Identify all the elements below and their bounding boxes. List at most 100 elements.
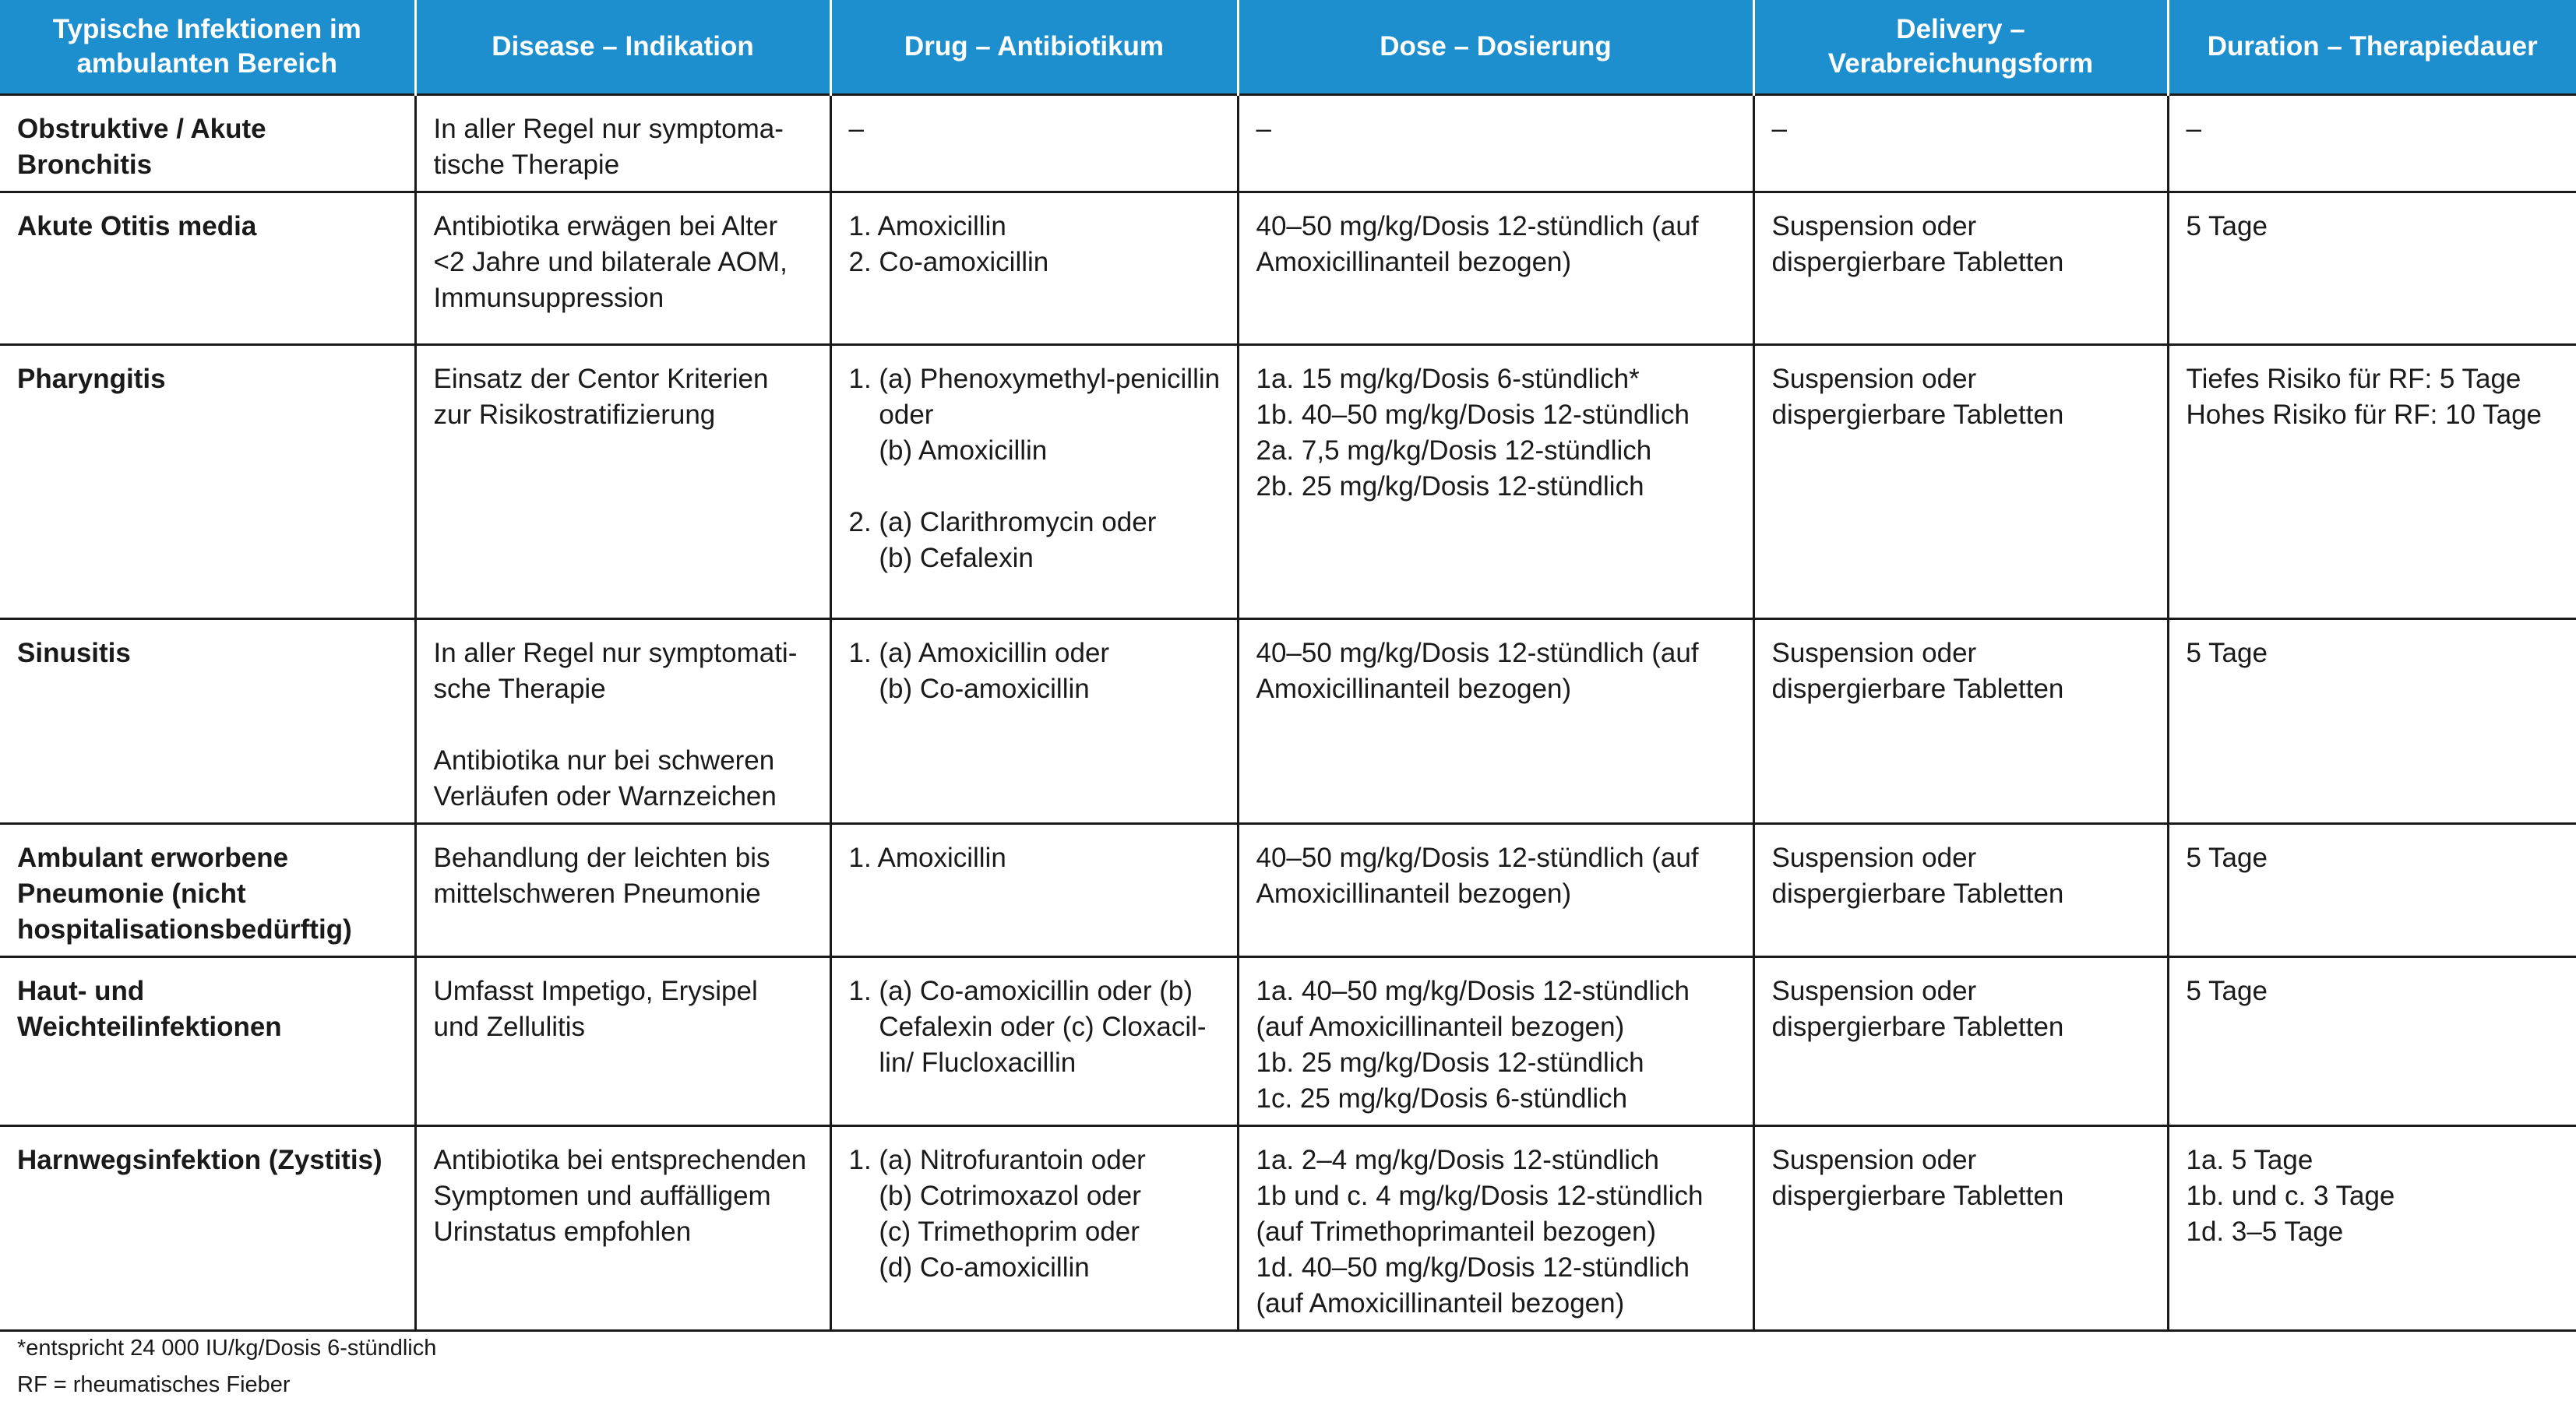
cell-text-line [434,707,812,743]
cell-text-line: lin/ Flucloxacillin [848,1047,1077,1078]
table-header: Typische Infektionen im ambulanten Bereic… [0,0,2576,95]
cell-text-line: 40–50 mg/kg/Dosis 12-stündlich (auf [1256,843,1699,873]
cell-infection: Pharyngitis [0,343,417,620]
cell-text-line: 2. Co-amoxicillin [848,247,1049,277]
cell-text-line: Obstruktive / Akute [17,114,266,144]
cell-duration: 5 Tage [2166,822,2576,958]
cell-text-line: 5 Tage [2186,638,2268,668]
cell-delivery: Suspension oder dispergierbare Tabletten [1752,956,2169,1127]
cell-text-line: Immunsuppression [433,283,664,313]
cell-text-line: 2. (a) Clarithromycin oder [848,507,1157,537]
cell-text-line: (c) Trimethoprim oder [848,1217,1140,1247]
cell-dosage: – [1236,93,1755,193]
table-row: Haut- und Weichteilinfektionen Umfasst Imp… [0,956,2576,1127]
header-text-line: Typische Infektionen im [52,14,361,44]
cell-text-line: dispergierbare Tabletten [1771,400,2064,430]
cell-text-line: mittelschweren Pneumonie [433,878,761,909]
cell-text-line: 1d. 3–5 Tage [2186,1217,2344,1247]
table-body: Obstruktive / Akute Bronchitis In aller Re… [0,93,2576,1332]
cell-dosage: 40–50 mg/kg/Dosis 12-stündlich (auf Amoxi… [1236,191,1755,346]
cell-text-line: Antibiotika bei entsprechenden [433,1145,807,1175]
header-text-line: ambulanten Bereich [76,48,338,79]
cell-delivery: Suspension oder dispergierbare Tabletten [1752,618,2169,825]
cell-text-line: Cefalexin oder (c) Cloxacil- [848,1012,1207,1042]
cell-duration: 5 Tage [2166,191,2576,346]
header-text-line: Disease – Indikation [492,31,754,62]
table-row: Akute Otitis media Antibiotika erwägen be… [0,191,2576,346]
cell-text-line: Pneumonie (nicht [17,878,246,909]
cell-text-line: 1b und c. 4 mg/kg/Dosis 12-stündlich [1256,1181,1704,1211]
cell-text-line: 1d. 40–50 mg/kg/Dosis 12-stündlich [1256,1252,1690,1283]
cell-text-line: Sinusitis [17,638,131,668]
cell-text-line: dispergierbare Tabletten [1771,1012,2064,1042]
cell-text-line: dispergierbare Tabletten [1771,878,2064,909]
cell-text-line: 1b. 25 mg/kg/Dosis 12-stündlich [1256,1047,1644,1078]
cell-text-line: dispergierbare Tabletten [1771,1181,2064,1211]
antibiotics-table: Typische Infektionen im ambulanten Bereic… [0,0,2576,1332]
cell-text-line: 5 Tage [2186,211,2268,241]
cell-duration: 5 Tage [2166,618,2576,825]
cell-text-line: Akute Otitis media [17,211,257,241]
cell-text-line: Amoxicillinanteil bezogen) [1256,247,1572,277]
cell-text-line: (auf Amoxicillinanteil bezogen) [1256,1288,1625,1319]
cell-duration: – [2166,93,2576,193]
cell-indication: Einsatz der Centor Kriterien zur Risikost… [414,343,832,620]
cell-text-line: Amoxicillinanteil bezogen) [1256,674,1572,704]
cell-text-line: Haut- und [17,976,145,1006]
cell-text-line: – [2186,114,2201,144]
cell-infection: Obstruktive / Akute Bronchitis [0,93,417,193]
cell-delivery: Suspension oder dispergierbare Tabletten [1752,191,2169,346]
header-text-line: Verabreichungsform [1827,48,2094,79]
header-disease: Disease – Indikation [414,0,830,95]
cell-text-line: (b) Cefalexin [848,543,1034,573]
header-text-line: Dose – Dosierung [1380,31,1612,62]
cell-text-line: und Zellulitis [433,1012,586,1042]
header-text-line: Drug – Antibiotikum [904,31,1165,62]
cell-duration: 1a. 5 Tage 1b. und c. 3 Tage 1d. 3–5 Tage [2166,1125,2576,1332]
cell-text-line: 1a. 15 mg/kg/Dosis 6-stündlich* [1256,364,1640,394]
cell-indication: In aller Regel nur symptoma-tische Thera… [414,93,832,193]
cell-infection: Akute Otitis media [0,191,417,346]
table-row: Ambulant erworbene Pneumonie (nicht hospit… [0,822,2576,958]
cell-indication: Antibiotika erwägen bei Alter <2 Jahre un… [414,191,832,346]
cell-indication: Umfasst Impetigo, Erysipel und Zellulitis [414,956,832,1127]
cell-duration: Tiefes Risiko für RF: 5 Tage Hohes Risiko… [2166,343,2576,620]
cell-text-line: In aller Regel nur symptomati- [433,638,798,668]
cell-text-line: 1. (a) Phenoxymethyl-penicillin [848,364,1221,394]
cell-text-line: 1c. 25 mg/kg/Dosis 6-stündlich [1256,1083,1628,1114]
cell-text-line: Behandlung der leichten bis [433,843,770,873]
cell-text-line: 1a. 5 Tage [2186,1145,2313,1175]
cell-infection: Ambulant erworbene Pneumonie (nicht hospit… [0,822,417,958]
cell-delivery: – [1752,93,2169,193]
cell-indication: Behandlung der leichten bis mittelschwere… [414,822,832,958]
cell-text-line: Amoxicillinanteil bezogen) [1256,878,1572,909]
cell-text-line: 40–50 mg/kg/Dosis 12-stündlich (auf [1256,638,1699,668]
cell-dosage: 40–50 mg/kg/Dosis 12-stündlich (auf Amoxi… [1236,618,1755,825]
footnote-abbreviation: RF = rheumatisches Fieber [17,1372,291,1397]
header-row: Typische Infektionen im ambulanten Bereic… [0,0,2576,95]
header-delivery: Delivery – Verabreichungsform [1752,0,2168,95]
header-dose: Dose – Dosierung [1236,0,1753,95]
cell-text-line: Suspension oder [1771,364,1977,394]
cell-text-line: Einsatz der Centor Kriterien [433,364,769,394]
cell-text-line: dispergierbare Tabletten [1771,674,2064,704]
cell-text-line: 1a. 40–50 mg/kg/Dosis 12-stündlich [1256,976,1690,1006]
cell-text-line: 1. Amoxicillin [848,843,1006,873]
header-infection: Typische Infektionen im ambulanten Bereic… [0,0,415,95]
cell-text-line: (b) Co-amoxicillin [848,674,1090,704]
cell-text-line: 2a. 7,5 mg/kg/Dosis 12-stündlich [1256,435,1652,466]
table-row: Sinusitis In aller Regel nur symptomati-s… [0,618,2576,825]
cell-infection: Sinusitis [0,618,417,825]
cell-text-line: Suspension oder [1771,843,1977,873]
cell-text-line: (d) Co-amoxicillin [848,1252,1090,1283]
cell-indication: Antibiotika bei entsprechenden Symptomen … [414,1125,832,1332]
cell-antibiotic: 1. (a) Co-amoxicillin oder (b) Cefalexin… [829,956,1239,1127]
cell-text-line: Suspension oder [1771,211,1977,241]
cell-text-line: hospitalisationsbedürftig) [17,914,352,945]
cell-dosage: 1a. 2–4 mg/kg/Dosis 12-stündlich 1b und c… [1236,1125,1755,1332]
cell-text-line: – [848,114,864,144]
cell-text-line: Antibiotika erwägen bei Alter [433,211,778,241]
footnote-asterisk: *entspricht 24 000 IU/kg/Dosis 6-stündli… [17,1336,437,1361]
cell-text-line: 1. (a) Nitrofurantoin oder [848,1145,1146,1175]
cell-text-line: In aller Regel nur symptoma- [433,114,784,144]
